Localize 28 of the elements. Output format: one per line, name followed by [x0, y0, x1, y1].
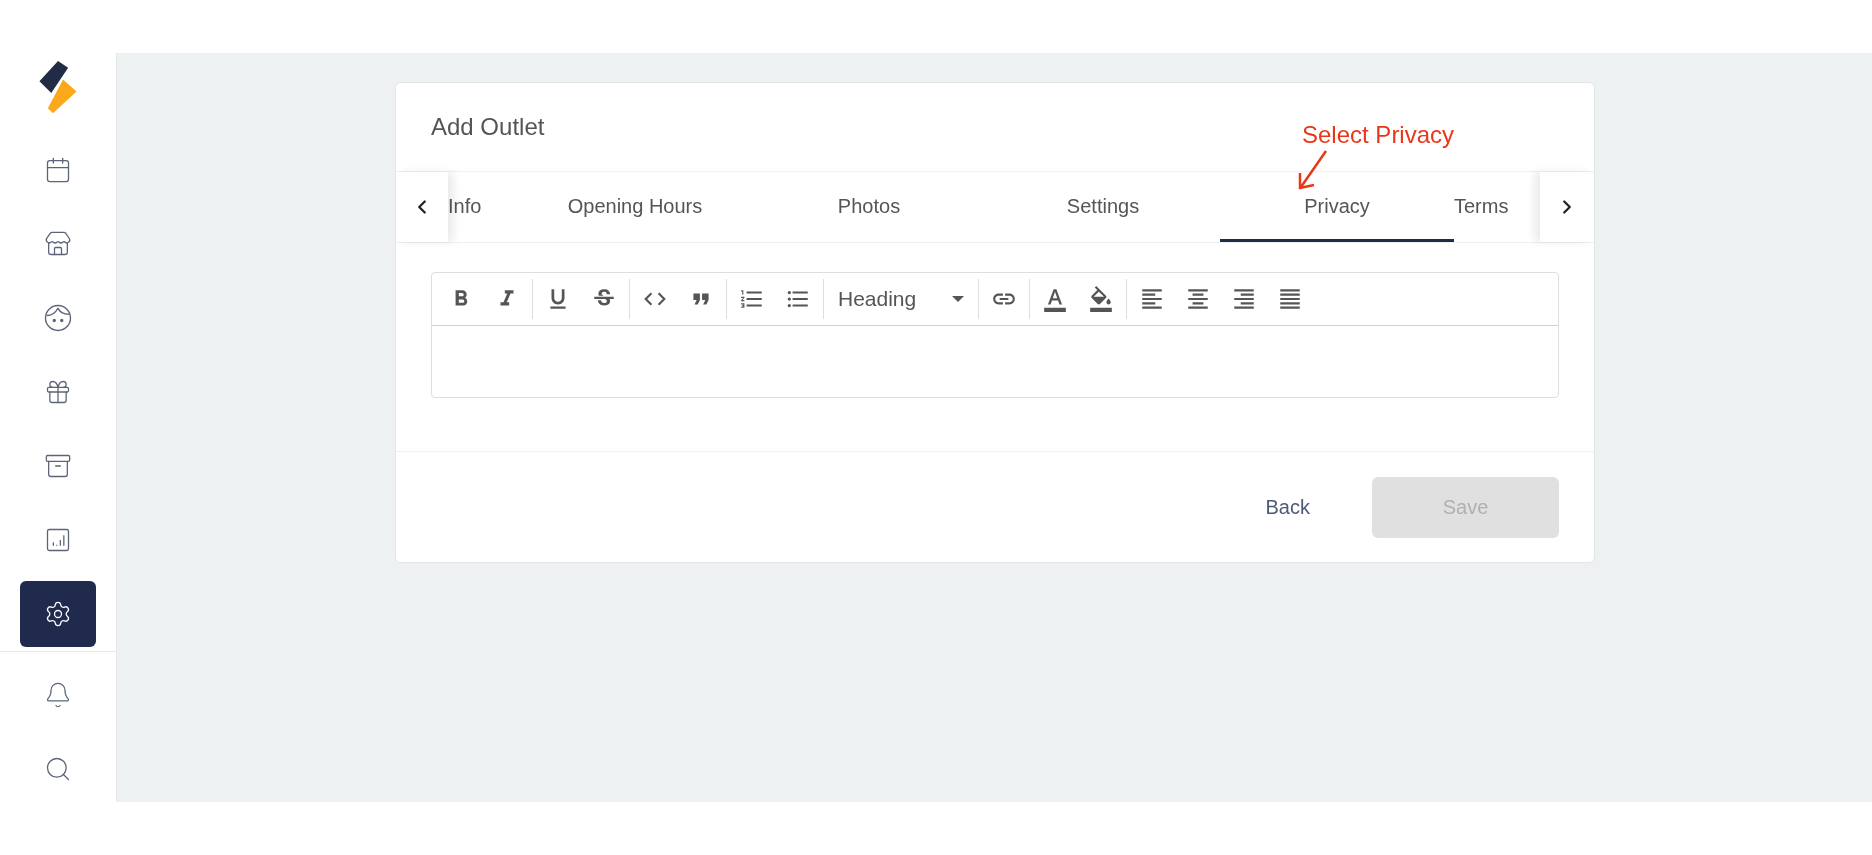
gift-icon: [44, 378, 72, 406]
tab[interactable]: Photos: [752, 172, 986, 242]
align-center-icon: [1185, 286, 1211, 312]
back-button[interactable]: Back: [1253, 476, 1322, 538]
tab[interactable]: Opening Hours: [518, 172, 752, 242]
chart-icon: [44, 526, 72, 554]
align-right-icon: [1231, 286, 1257, 312]
annotation-text: Select Privacy: [1302, 120, 1455, 150]
bell-icon: [44, 681, 72, 709]
settings-icon: [44, 600, 72, 628]
caret-icon: [952, 296, 964, 302]
sidebar-item[interactable]: [20, 581, 96, 647]
heading-dropdown[interactable]: Heading: [826, 279, 976, 319]
tab[interactable]: Settings: [986, 172, 1220, 242]
search-icon: [44, 755, 72, 783]
store-icon: [44, 230, 72, 258]
archive-icon: [44, 452, 72, 480]
calendar-icon: [44, 156, 72, 184]
face-icon: [43, 303, 73, 333]
tab[interactable]: Terms: [1454, 172, 1540, 242]
align-justify-icon: [1277, 286, 1303, 312]
card-title: Add Outlet: [431, 112, 545, 142]
annotation-arrow-icon: [1296, 149, 1330, 191]
text-color-icon: [1042, 286, 1068, 312]
tab[interactable]: Privacy: [1220, 172, 1454, 242]
fill-color-icon: [1088, 286, 1114, 312]
align-left-icon: [1139, 286, 1165, 312]
tab[interactable]: Info: [448, 172, 518, 242]
